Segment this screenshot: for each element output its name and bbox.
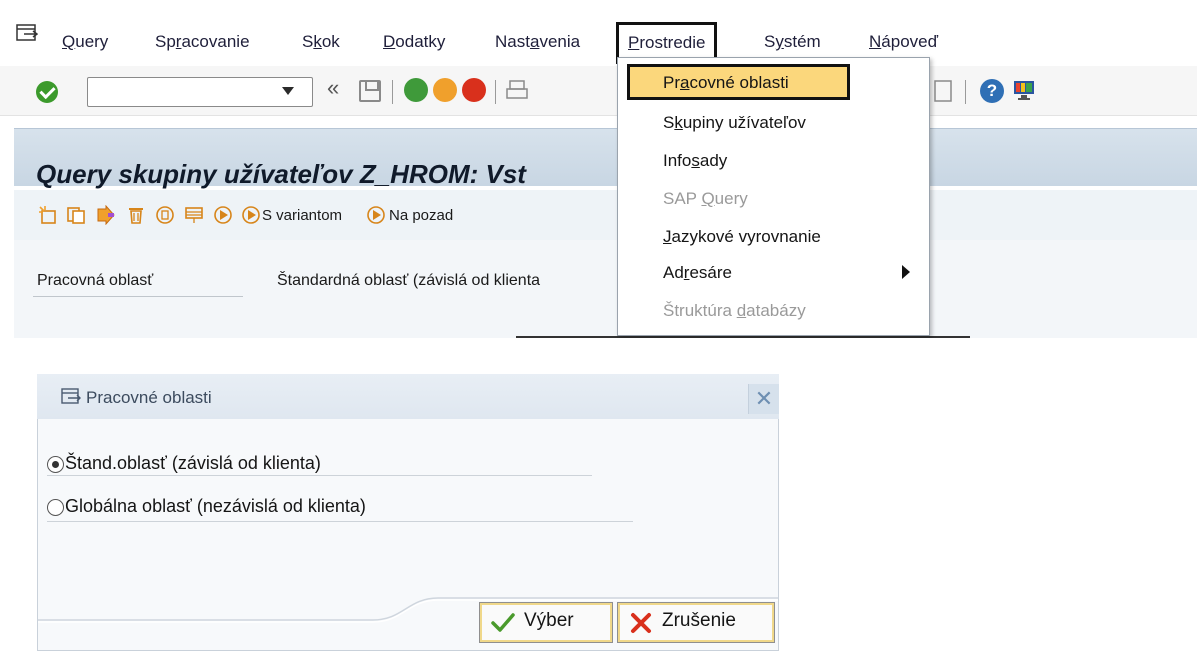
execute-variant-icon[interactable]	[241, 205, 261, 225]
enter-icon[interactable]	[36, 81, 58, 103]
divider	[516, 336, 970, 338]
option-underline	[47, 521, 633, 522]
menu-query[interactable]: Query	[62, 32, 108, 52]
help-icon[interactable]: ?	[980, 79, 1004, 103]
menu-item-pracovne-oblasti[interactable]: Pracovné oblasti	[663, 73, 789, 93]
submenu-arrow-icon	[902, 265, 910, 279]
cancel-icon[interactable]	[462, 78, 486, 102]
checkmark-icon	[491, 613, 515, 632]
layout-icon[interactable]	[933, 79, 955, 103]
toolbar-separator	[392, 80, 393, 104]
select-button-label: Výber	[524, 610, 574, 631]
back-icon[interactable]	[404, 78, 428, 102]
cancel-button[interactable]: Zrušenie	[617, 602, 775, 643]
work-area-value: Štandardná oblasť (závislá od klienta	[277, 272, 541, 289]
background-button[interactable]: Na pozad	[389, 207, 453, 224]
select-button[interactable]: Výber	[479, 602, 613, 643]
cancel-x-icon	[631, 613, 651, 633]
radio-global-area[interactable]	[47, 499, 64, 516]
chevron-down-icon[interactable]	[282, 87, 294, 95]
menu-napoveda[interactable]: Nápoveď	[869, 32, 938, 52]
with-variant-button[interactable]: S variantom	[262, 207, 342, 224]
dialog-window-icon	[61, 388, 81, 404]
menu-nastavenia[interactable]: Nastavenia	[495, 32, 580, 52]
dialog-title: Pracovné oblasti	[86, 388, 212, 407]
cancel-button-label: Zrušenie	[662, 610, 736, 631]
menu-item-sap-query: SAP Query	[663, 189, 748, 208]
fast-back-icon[interactable]: «	[327, 75, 339, 101]
save-icon[interactable]	[359, 80, 381, 102]
menu-item-adresare[interactable]: Adresáre	[663, 263, 732, 283]
copy-icon[interactable]	[66, 205, 86, 225]
delete-icon[interactable]	[126, 205, 146, 225]
exit-menu-icon[interactable]	[16, 24, 38, 42]
radio-standard-area[interactable]	[47, 456, 64, 473]
work-area-label: Pracovná oblasť	[37, 272, 154, 289]
description-icon[interactable]	[155, 205, 175, 225]
execute-icon[interactable]	[213, 205, 233, 225]
menu-bar: Query Spracovanie Skok Dodatky Nastaveni…	[0, 0, 1197, 66]
menu-item-struktura-databazy: Štruktúra databázy	[663, 301, 806, 320]
selection-area	[14, 240, 1197, 338]
menu-item-infosady[interactable]: Infosady	[663, 151, 727, 171]
sap-main-window: Query Spracovanie Skok Dodatky Nastaveni…	[0, 0, 1197, 338]
change-icon[interactable]	[96, 205, 116, 225]
menu-item-skupiny-uzivatelov[interactable]: Skupiny užívateľov	[663, 113, 806, 133]
assign-icon[interactable]	[184, 205, 204, 225]
radio-global-area-label[interactable]: Globálna oblasť (nezávislá od klienta)	[65, 496, 366, 517]
menu-skok[interactable]: Skok	[302, 32, 340, 52]
option-underline	[47, 475, 592, 476]
label-underline	[33, 296, 243, 297]
radio-standard-area-label[interactable]: Štand.oblasť (závislá od klienta)	[65, 453, 321, 474]
exit-icon[interactable]	[433, 78, 457, 102]
menu-dodatky[interactable]: Dodatky	[383, 32, 445, 52]
menu-item-jazykove-vyrovnanie[interactable]: Jazykové vyrovnanie	[663, 227, 821, 247]
menu-system[interactable]: Systém	[764, 32, 821, 52]
command-field[interactable]	[87, 77, 313, 107]
standard-toolbar: « ?	[0, 66, 1197, 116]
background-execute-icon[interactable]	[366, 205, 386, 225]
page-title: Query skupiny užívateľov Z_HROM: Vst	[36, 159, 526, 189]
customize-layout-icon[interactable]	[1012, 78, 1036, 102]
print-icon[interactable]	[505, 79, 529, 103]
close-icon[interactable]: ✕	[748, 384, 779, 414]
menu-spracovanie[interactable]: Spracovanie	[155, 32, 250, 52]
create-icon[interactable]	[38, 205, 58, 225]
toolbar-separator	[495, 80, 496, 104]
toolbar-separator	[965, 80, 966, 104]
